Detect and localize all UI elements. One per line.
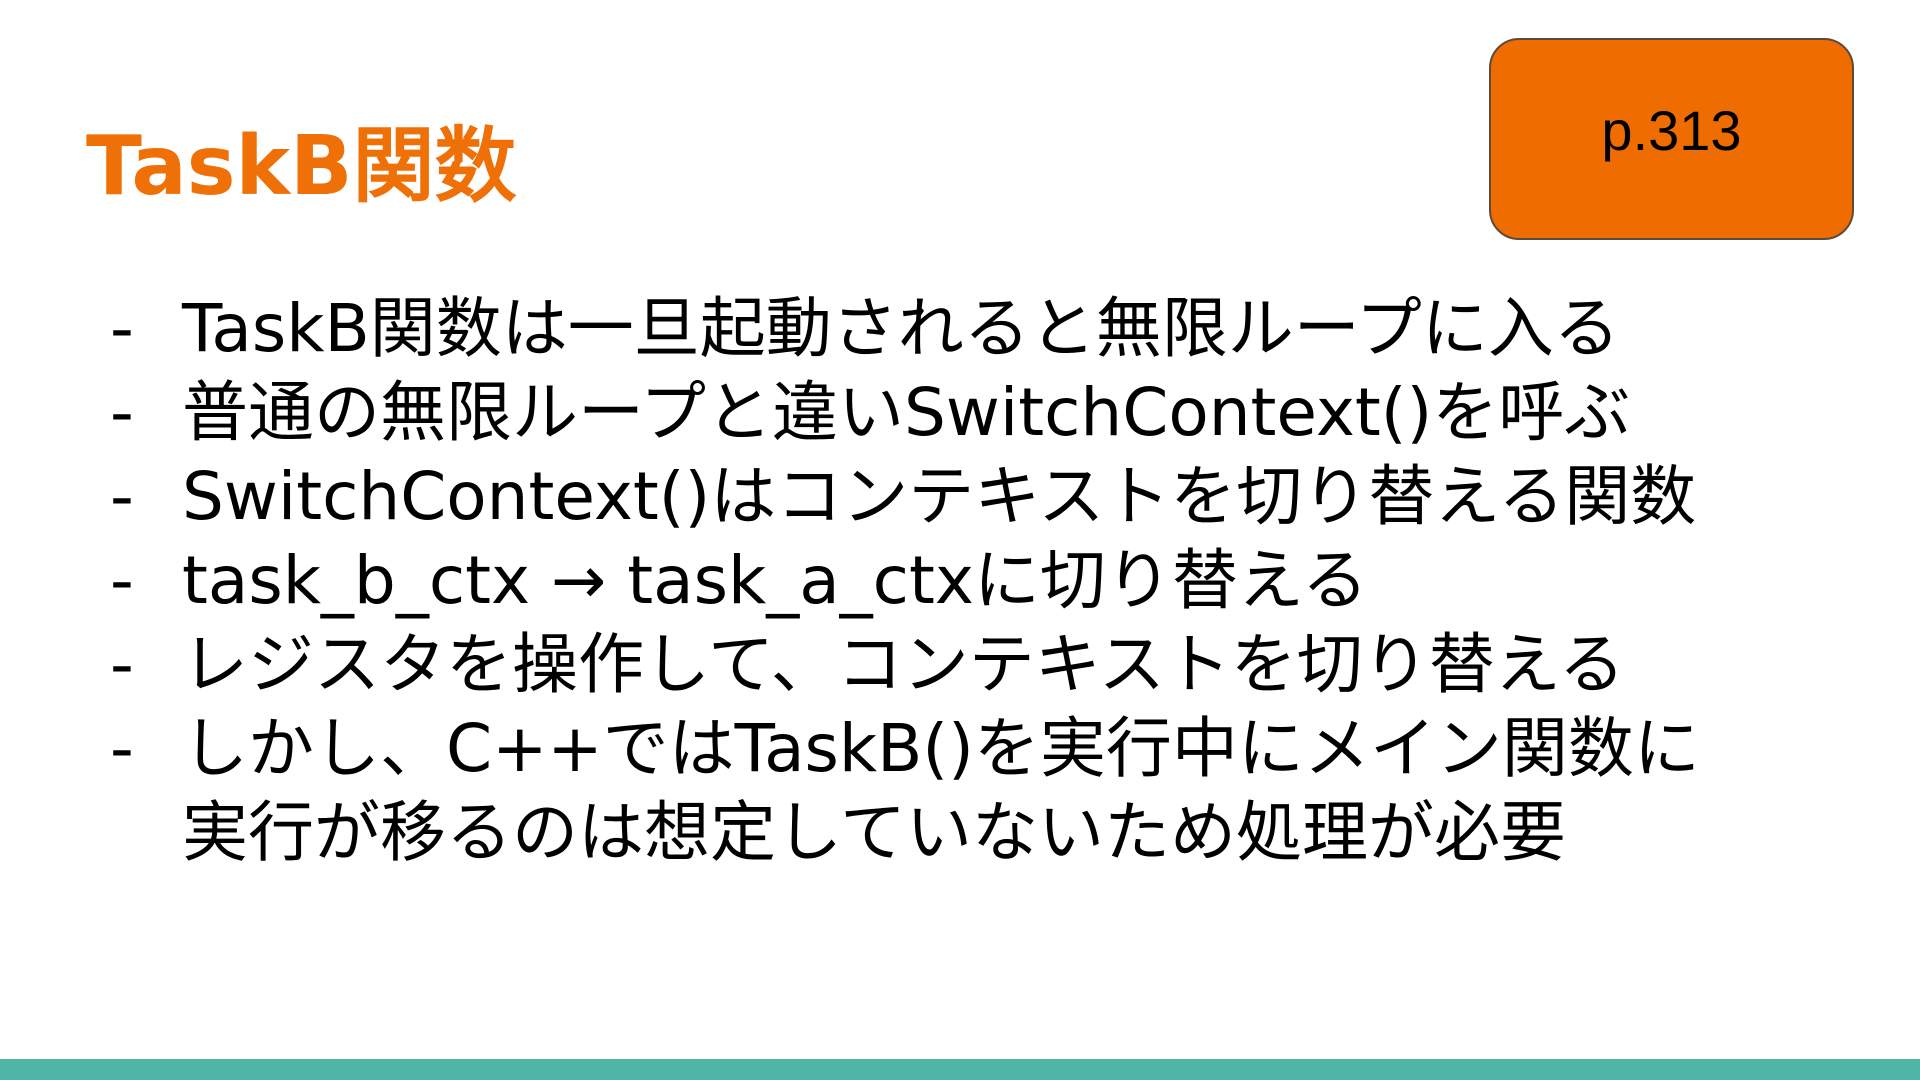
- bullet-item: - しかし、C++ではTaskB()を実行中にメイン関数に 実行が移るのは想定し…: [110, 707, 1900, 875]
- bullet-item: - task_b_ctx → task_a_ctxに切り替える: [110, 539, 1900, 623]
- bullet-item: - SwitchContext()はコンテキストを切り替える関数: [110, 455, 1900, 539]
- bullet-text: 普通の無限ループと違いSwitchContext()を呼ぶ: [182, 374, 1631, 451]
- page-badge-label: p.313: [1601, 99, 1742, 162]
- slide-title: TaskB関数: [86, 119, 517, 214]
- bullet-marker: -: [110, 374, 134, 451]
- bullet-text: TaskB関数は一旦起動されると無限ループに入る: [182, 290, 1620, 367]
- slide: TaskB関数 p.313 - TaskB関数は一旦起動されると無限ループに入る…: [0, 0, 1920, 1080]
- bullet-marker: -: [110, 290, 134, 367]
- bullet-marker: -: [110, 710, 134, 787]
- bullet-text: しかし、C++ではTaskB()を実行中にメイン関数に 実行が移るのは想定してい…: [182, 710, 1700, 871]
- bullet-text: task_b_ctx → task_a_ctxに切り替える: [182, 542, 1368, 619]
- bullet-marker: -: [110, 458, 134, 535]
- page-badge: p.313: [1489, 38, 1854, 240]
- bullet-item: - 普通の無限ループと違いSwitchContext()を呼ぶ: [110, 371, 1900, 455]
- bullet-item: - レジスタを操作して、コンテキストを切り替える: [110, 623, 1900, 707]
- footer-bar: [0, 1059, 1920, 1080]
- bullet-text: レジスタを操作して、コンテキストを切り替える: [182, 626, 1625, 703]
- bullet-marker: -: [110, 626, 134, 703]
- bullet-text: SwitchContext()はコンテキストを切り替える関数: [182, 458, 1697, 535]
- bullet-marker: -: [110, 542, 134, 619]
- bullet-item: - TaskB関数は一旦起動されると無限ループに入る: [110, 287, 1900, 371]
- bullet-list: - TaskB関数は一旦起動されると無限ループに入る - 普通の無限ループと違い…: [110, 287, 1900, 875]
